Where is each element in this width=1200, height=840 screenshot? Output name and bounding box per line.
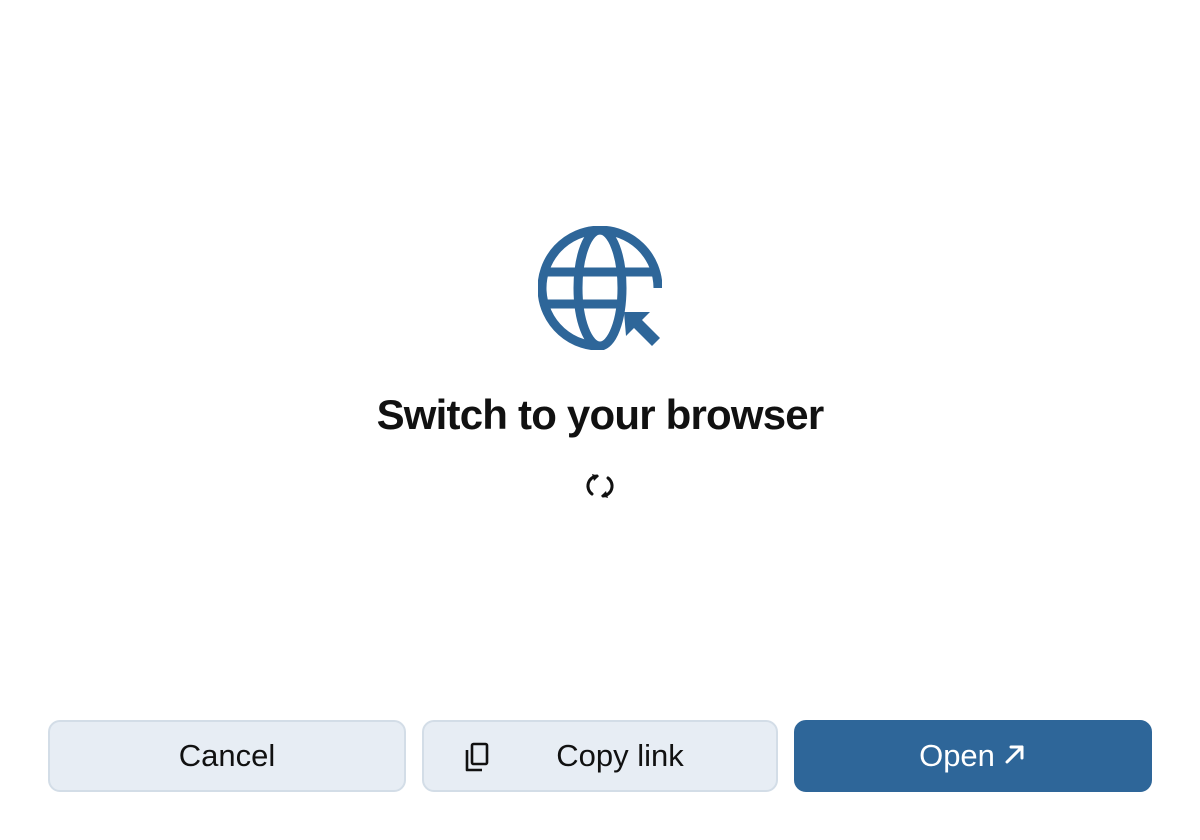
page-title: Switch to your browser [376, 391, 825, 438]
copy-link-button[interactable]: Copy link [422, 720, 778, 792]
globe-cursor-icon [538, 226, 662, 350]
cancel-button-label: Cancel [178, 738, 276, 773]
copy-icon [465, 742, 489, 772]
refresh-spinner-icon [586, 474, 614, 498]
arrow-up-right-icon [1005, 745, 1024, 764]
browser-handoff-dialog: Switch to your browser Cancel Copy link … [0, 0, 1200, 840]
copy-link-button-label: Copy link [556, 738, 684, 773]
cancel-button[interactable]: Cancel [48, 720, 406, 792]
open-button-label: Open [919, 738, 995, 773]
open-button[interactable]: Open [794, 720, 1152, 792]
